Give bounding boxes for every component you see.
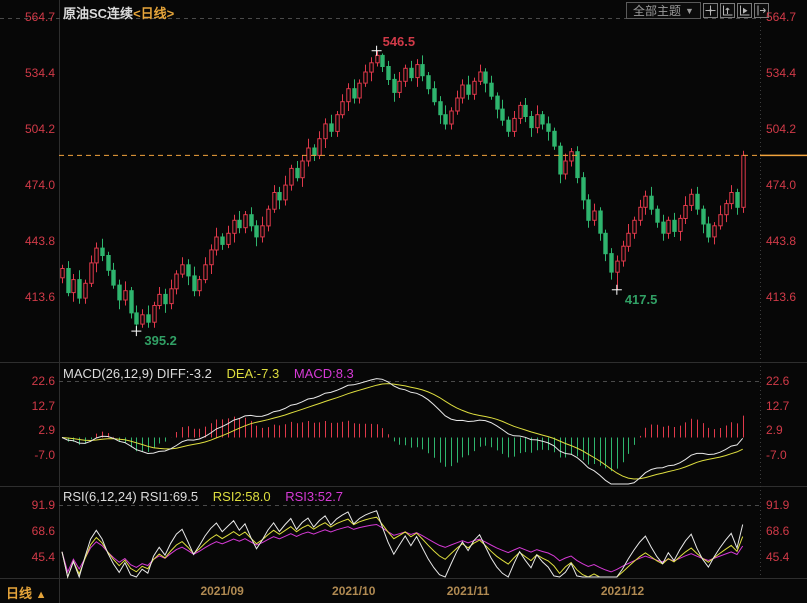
chart-canvas[interactable]	[0, 0, 807, 603]
rsi3-readout: RSI3:52.7	[285, 489, 343, 504]
x-axis-month-label: 2021/10	[332, 584, 375, 598]
price-annotation: 417.5	[625, 292, 658, 307]
y-axis-label: 68.6	[4, 524, 55, 538]
play-forward-icon	[739, 5, 750, 16]
y-axis-label: 504.2	[4, 122, 55, 136]
y-axis-label: 45.4	[766, 550, 789, 564]
y-axis-label: 534.4	[766, 66, 796, 80]
macd-diff-readout: MACD(26,12,9) DIFF:-3.2	[63, 366, 212, 381]
y-axis-label: 45.4	[4, 550, 55, 564]
y-axis-label: 474.0	[766, 178, 796, 192]
x-axis-month-label: 2021/11	[447, 584, 490, 598]
macd-hist-readout: MACD:8.3	[294, 366, 354, 381]
theme-dropdown-label: 全部主题	[633, 2, 681, 19]
y-axis-label: 2.9	[766, 423, 783, 437]
y-axis-label: 22.6	[4, 374, 55, 388]
period-selector[interactable]: 日线 ▲	[6, 583, 47, 602]
y-axis-label: -7.0	[4, 448, 55, 462]
y-axis-label: 413.6	[766, 290, 796, 304]
y-axis-label: 504.2	[766, 122, 796, 136]
theme-dropdown[interactable]: 全部主题 ▼	[626, 2, 701, 19]
fit-vertical-scale-button[interactable]	[720, 3, 735, 18]
y-axis-label: -7.0	[766, 448, 787, 462]
period-tag: <日线>	[133, 6, 174, 21]
y-axis-label: 91.9	[766, 498, 789, 512]
y-axis-label: 534.4	[4, 66, 55, 80]
rsi-header: RSI(6,12,24) RSI1:69.5 RSI2:58.0 RSI3:52…	[63, 489, 343, 504]
rsi1-readout: RSI(6,12,24) RSI1:69.5	[63, 489, 198, 504]
y-axis-label: 413.6	[4, 290, 55, 304]
macd-header: MACD(26,12,9) DIFF:-3.2 DEA:-7.3 MACD:8.…	[63, 366, 354, 381]
rsi2-readout: RSI2:58.0	[213, 489, 271, 504]
y-axis-label: 12.7	[4, 399, 55, 413]
macd-dea-readout: DEA:-7.3	[226, 366, 279, 381]
chart-toolbar	[703, 3, 769, 18]
y-axis-label: 91.9	[4, 498, 55, 512]
y-axis-label: 443.8	[4, 234, 55, 248]
chart-title: 原油SC连续<日线>	[63, 3, 174, 22]
y-axis-label: 2.9	[4, 423, 55, 437]
symbol-name: 原油SC连续	[63, 6, 133, 21]
y-axis-label: 68.6	[766, 524, 789, 538]
fit-vertical-scale-icon	[722, 5, 733, 16]
price-annotation: 546.5	[383, 34, 416, 49]
y-axis-label: 564.7	[766, 10, 796, 24]
x-axis-month-label: 2021/09	[200, 584, 243, 598]
period-selector-label: 日线	[6, 586, 32, 601]
y-axis-label: 564.7	[4, 10, 55, 24]
y-axis-label: 12.7	[766, 399, 789, 413]
play-forward-button[interactable]	[737, 3, 752, 18]
triangle-up-icon: ▲	[36, 589, 47, 601]
caret-down-icon: ▼	[685, 6, 694, 16]
crosshair-icon	[705, 5, 716, 16]
x-axis-month-label: 2021/12	[601, 584, 644, 598]
y-axis-label: 22.6	[766, 374, 789, 388]
y-axis-label: 474.0	[4, 178, 55, 192]
chart-window: 原油SC连续<日线> 全部主题 ▼	[0, 0, 807, 603]
price-annotation: 395.2	[144, 333, 177, 348]
y-axis-label: 443.8	[766, 234, 796, 248]
crosshair-button[interactable]	[703, 3, 718, 18]
